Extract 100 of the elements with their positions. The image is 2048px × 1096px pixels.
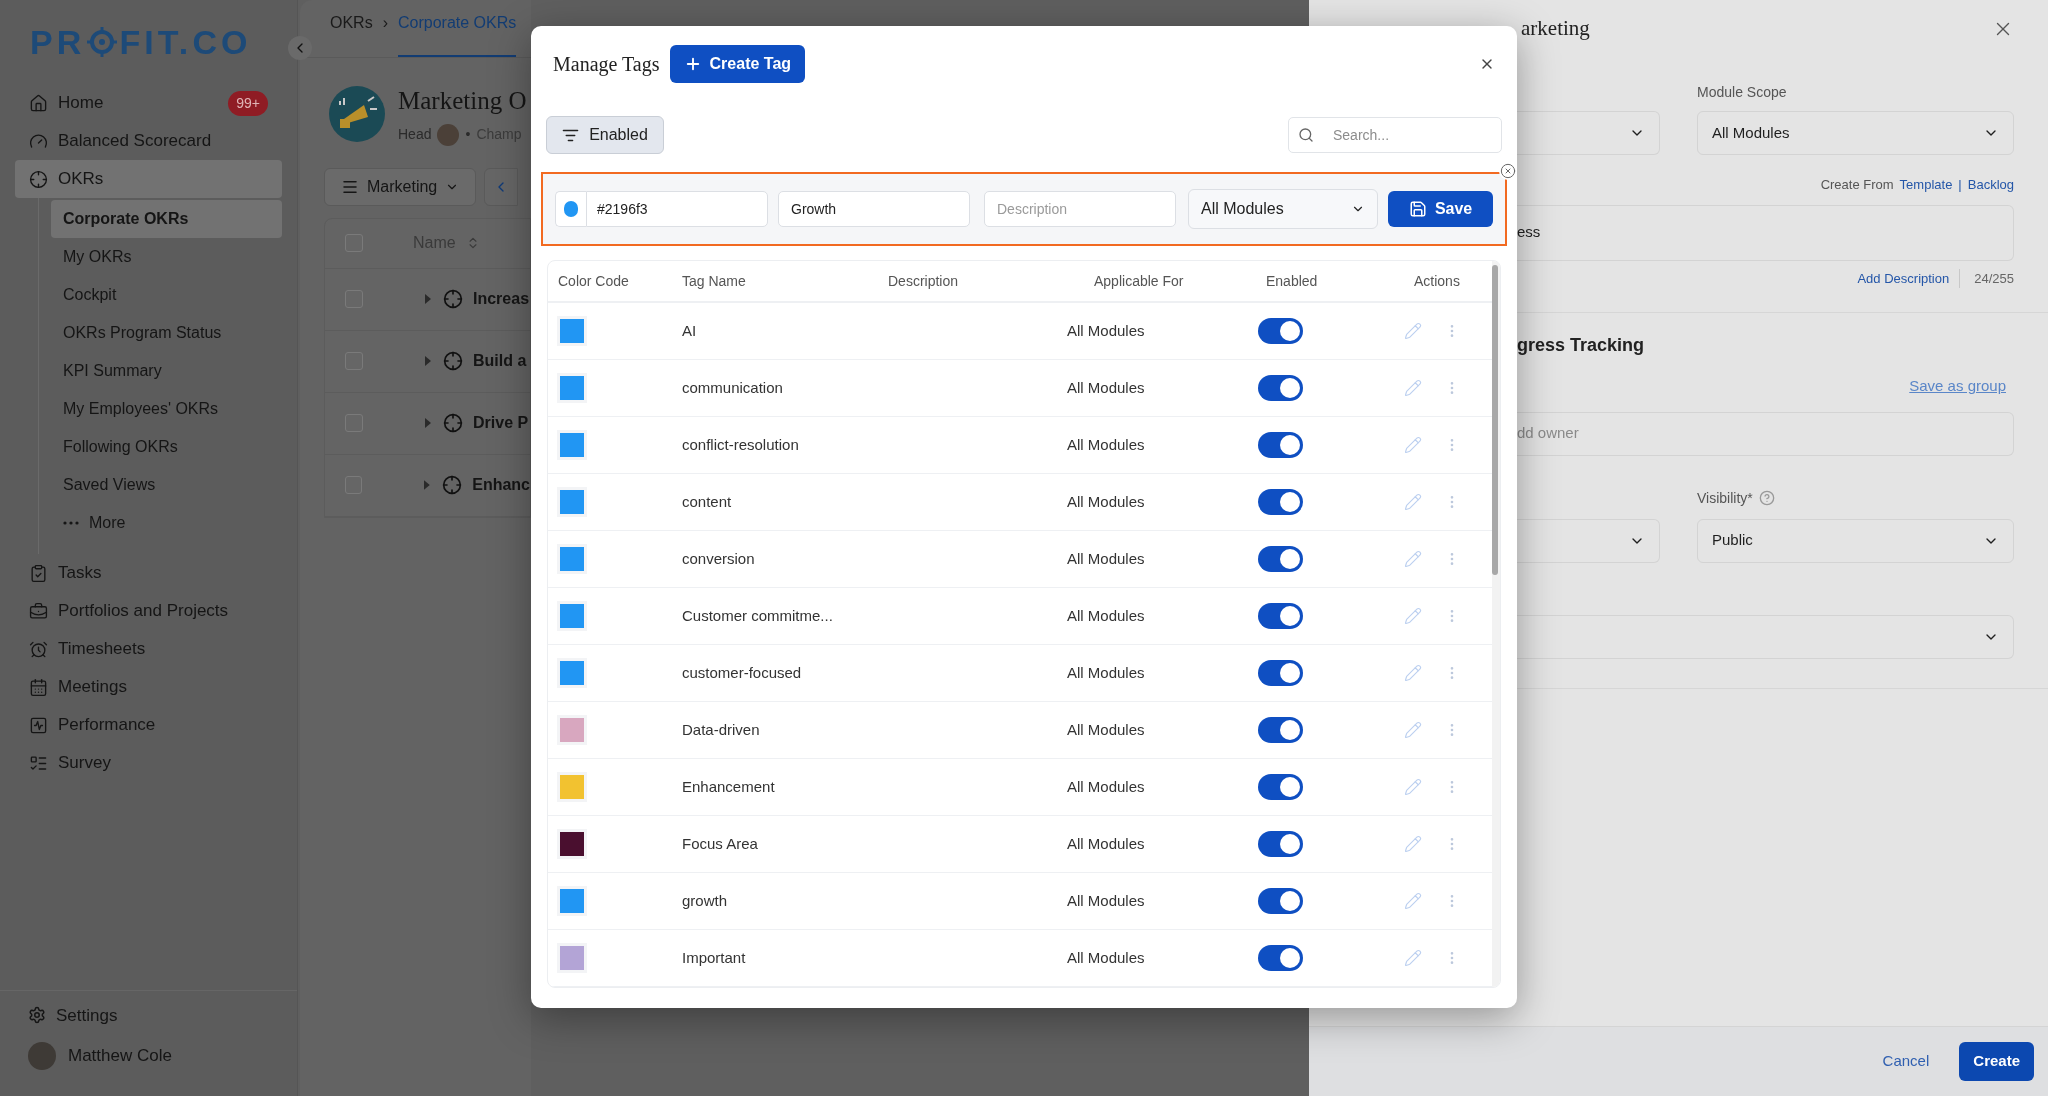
filter-button[interactable]: Enabled bbox=[546, 116, 664, 154]
sidebar-subitem[interactable]: My Employees' OKRs bbox=[51, 390, 282, 428]
target-icon bbox=[29, 169, 48, 189]
sidebar-subitem[interactable]: Cockpit bbox=[51, 276, 282, 314]
owner-field[interactable]: dd owner bbox=[1517, 411, 2014, 456]
module-scope-select[interactable]: All Modules bbox=[1697, 111, 2014, 155]
sidebar-subitem[interactable]: OKRs Program Status bbox=[51, 314, 282, 352]
applicable-modules: All Modules bbox=[1067, 662, 1146, 683]
column-header: Applicable For bbox=[1094, 271, 1185, 291]
alarm-clock-icon bbox=[29, 639, 48, 659]
objective-name[interactable]: Increas bbox=[473, 287, 530, 311]
applicable-modules: All Modules bbox=[1067, 605, 1146, 626]
enabled-toggle[interactable] bbox=[1258, 831, 1303, 857]
objective-name-field[interactable]: ess bbox=[1517, 204, 2014, 261]
tag-name: growth bbox=[682, 890, 729, 911]
applicable-modules: All Modules bbox=[1067, 491, 1146, 512]
save-as-group-link[interactable]: Save as group bbox=[1909, 375, 2006, 398]
settings-item[interactable]: Settings bbox=[28, 1002, 269, 1028]
enabled-toggle[interactable] bbox=[1258, 945, 1303, 971]
select-field[interactable] bbox=[1517, 111, 1660, 155]
enabled-toggle[interactable] bbox=[1258, 717, 1303, 743]
sidebar-item[interactable]: Performance bbox=[15, 706, 282, 744]
search-field[interactable]: Search... bbox=[1288, 117, 1502, 153]
scrollbar[interactable] bbox=[1492, 261, 1500, 987]
field-label: Visibility* bbox=[1697, 488, 1753, 508]
expand-caret-icon bbox=[425, 294, 431, 304]
team-dropdown[interactable]: Marketing bbox=[324, 167, 477, 206]
applicable-modules: All Modules bbox=[1067, 377, 1146, 398]
gauge-icon bbox=[29, 131, 48, 151]
backlog-link[interactable]: Backlog bbox=[1967, 175, 2014, 195]
sidebar-subitem[interactable]: Corporate OKRs bbox=[51, 200, 282, 238]
bullet: • bbox=[465, 125, 471, 144]
enabled-toggle[interactable] bbox=[1258, 603, 1303, 629]
description-field[interactable]: Description bbox=[984, 191, 1176, 227]
sidebar-subitem[interactable]: My OKRs bbox=[51, 238, 282, 276]
applicable-modules: All Modules bbox=[1067, 947, 1146, 968]
sidebar-item[interactable]: Portfolios and Projects bbox=[15, 592, 282, 630]
breadcrumb-link[interactable]: OKRs bbox=[330, 11, 373, 57]
tag-name: Enhancement bbox=[682, 776, 776, 797]
select-field[interactable] bbox=[1517, 614, 2014, 659]
sidebar-item[interactable]: Timesheets bbox=[15, 630, 282, 668]
more-icon bbox=[63, 521, 79, 525]
clipboard-icon bbox=[29, 563, 48, 583]
edit-icon bbox=[1404, 721, 1422, 739]
module-select[interactable]: All Modules bbox=[1188, 189, 1379, 229]
template-link[interactable]: Template bbox=[1899, 175, 1953, 195]
clear-form-button[interactable] bbox=[1499, 162, 1517, 180]
column-header: Enabled bbox=[1266, 271, 1319, 291]
user-profile[interactable]: Matthew Cole bbox=[28, 1042, 269, 1070]
sidebar-subitem[interactable]: Following OKRs bbox=[51, 428, 282, 466]
edit-icon bbox=[1404, 892, 1422, 910]
target-icon bbox=[442, 475, 463, 495]
sidebar-item[interactable]: Home 99+ bbox=[15, 84, 282, 122]
enabled-toggle[interactable] bbox=[1258, 888, 1303, 914]
home-icon bbox=[29, 93, 48, 113]
applicable-modules: All Modules bbox=[1067, 719, 1146, 740]
enabled-toggle[interactable] bbox=[1258, 318, 1303, 344]
edit-icon bbox=[1404, 379, 1422, 397]
add-description-link[interactable]: Add Description bbox=[1857, 268, 1961, 288]
page-title: Marketing O bbox=[398, 86, 527, 116]
save-button[interactable]: Save bbox=[1388, 191, 1493, 227]
breadcrumb-link[interactable]: Corporate OKRs bbox=[398, 11, 517, 57]
objective-name[interactable]: Drive P bbox=[473, 411, 529, 435]
select-field[interactable] bbox=[1517, 518, 1660, 563]
sidebar-subitem[interactable]: More bbox=[51, 504, 282, 542]
link-separator: | bbox=[1958, 176, 1962, 194]
dialog-title: Manage Tags bbox=[553, 52, 660, 78]
save-icon bbox=[1408, 200, 1427, 218]
visibility-select[interactable]: Public bbox=[1697, 518, 2014, 563]
create-tag-button[interactable]: Create Tag bbox=[669, 45, 806, 83]
sidebar-item[interactable]: OKRs bbox=[15, 160, 282, 198]
objective-name[interactable]: Enhanc bbox=[472, 473, 530, 497]
edit-icon bbox=[1404, 436, 1422, 454]
cancel-button[interactable]: Cancel bbox=[1882, 1050, 1930, 1073]
sidebar-item[interactable]: Balanced Scorecard bbox=[15, 122, 282, 160]
sidebar-item[interactable]: Meetings bbox=[15, 668, 282, 706]
enabled-toggle[interactable] bbox=[1258, 432, 1303, 458]
close-icon bbox=[1500, 163, 1516, 179]
column-header: Color Code bbox=[558, 271, 630, 291]
enabled-toggle[interactable] bbox=[1258, 375, 1303, 401]
sidebar-item[interactable]: Survey bbox=[15, 744, 282, 782]
enabled-toggle[interactable] bbox=[1258, 660, 1303, 686]
expand-caret-icon bbox=[424, 480, 431, 490]
enabled-toggle[interactable] bbox=[1258, 546, 1303, 572]
enabled-toggle[interactable] bbox=[1258, 774, 1303, 800]
create-button[interactable]: Create bbox=[1959, 1042, 2034, 1081]
tag-name: Data-driven bbox=[682, 719, 761, 740]
sidebar-subitem[interactable]: KPI Summary bbox=[51, 352, 282, 390]
color-code-field[interactable]: #2196f3 bbox=[586, 191, 768, 227]
sidebar-item[interactable]: Tasks bbox=[15, 554, 282, 592]
edit-icon bbox=[1404, 949, 1422, 967]
logo-text: PR FIT.CO bbox=[30, 21, 252, 63]
objective-name[interactable]: Build a bbox=[473, 349, 527, 373]
edit-icon bbox=[1404, 664, 1422, 682]
tag-name-field[interactable]: Growth bbox=[778, 191, 970, 227]
enabled-toggle[interactable] bbox=[1258, 489, 1303, 515]
calendar-icon bbox=[29, 677, 48, 697]
sidebar-subitem[interactable]: Saved Views bbox=[51, 466, 282, 504]
applicable-modules: All Modules bbox=[1067, 320, 1146, 341]
tag-name: conversion bbox=[682, 548, 756, 569]
